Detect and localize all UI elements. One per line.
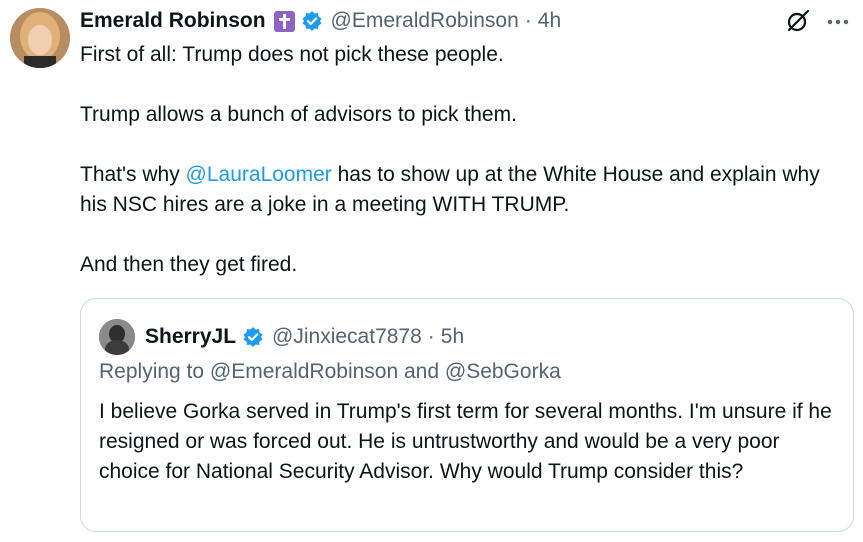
- separator-dot: ·: [524, 9, 532, 32]
- replying-to-mention-2[interactable]: @SebGorka: [445, 360, 561, 383]
- tweet-line-3: That's why @LauraLoomer has to show up a…: [80, 160, 850, 220]
- author-handle[interactable]: @EmeraldRobinson: [331, 9, 519, 33]
- replying-to-mention-1[interactable]: @EmeraldRobinson: [210, 360, 398, 383]
- tweet-line-3-before: That's why: [80, 163, 186, 186]
- quoted-tweet-header: SherryJL @Jinxiecat7878 · 5h: [99, 319, 464, 355]
- quoted-tweet-text: I believe Gorka served in Trump's first …: [99, 400, 832, 483]
- replying-to-prefix: Replying to: [99, 360, 210, 383]
- quoted-tweet[interactable]: SherryJL @Jinxiecat7878 · 5h Replying to…: [80, 298, 854, 532]
- replying-to-and: and: [398, 360, 445, 383]
- author-avatar[interactable]: [10, 8, 70, 68]
- tweet-actions-top: [785, 8, 851, 34]
- author-name[interactable]: Emerald Robinson: [80, 9, 266, 33]
- verified-badge-icon: [243, 327, 263, 347]
- verified-badge-icon: [302, 11, 322, 31]
- tweet-line-4: And then they get fired.: [80, 253, 298, 276]
- more-options-icon[interactable]: [825, 8, 851, 34]
- tweet-line-1: First of all: Trump does not pick these …: [80, 43, 504, 66]
- tweet-timestamp[interactable]: 4h: [538, 9, 561, 33]
- mention-link[interactable]: @LauraLoomer: [186, 163, 332, 186]
- quoted-author-name[interactable]: SherryJL: [145, 325, 236, 349]
- grok-icon[interactable]: [785, 8, 811, 34]
- tweet-line-2: Trump allows a bunch of advisors to pick…: [80, 103, 517, 126]
- quoted-author-avatar[interactable]: [99, 319, 135, 355]
- tweet-header: Emerald Robinson @EmeraldRobinson · 4h: [80, 6, 561, 36]
- separator-dot: ·: [427, 325, 435, 348]
- quoted-author-handle[interactable]: @Jinxiecat7878: [272, 325, 422, 349]
- cross-badge-icon: [273, 10, 295, 32]
- quoted-tweet-timestamp[interactable]: 5h: [441, 325, 464, 349]
- replying-to-line: Replying to @EmeraldRobinson and @SebGor…: [99, 360, 561, 384]
